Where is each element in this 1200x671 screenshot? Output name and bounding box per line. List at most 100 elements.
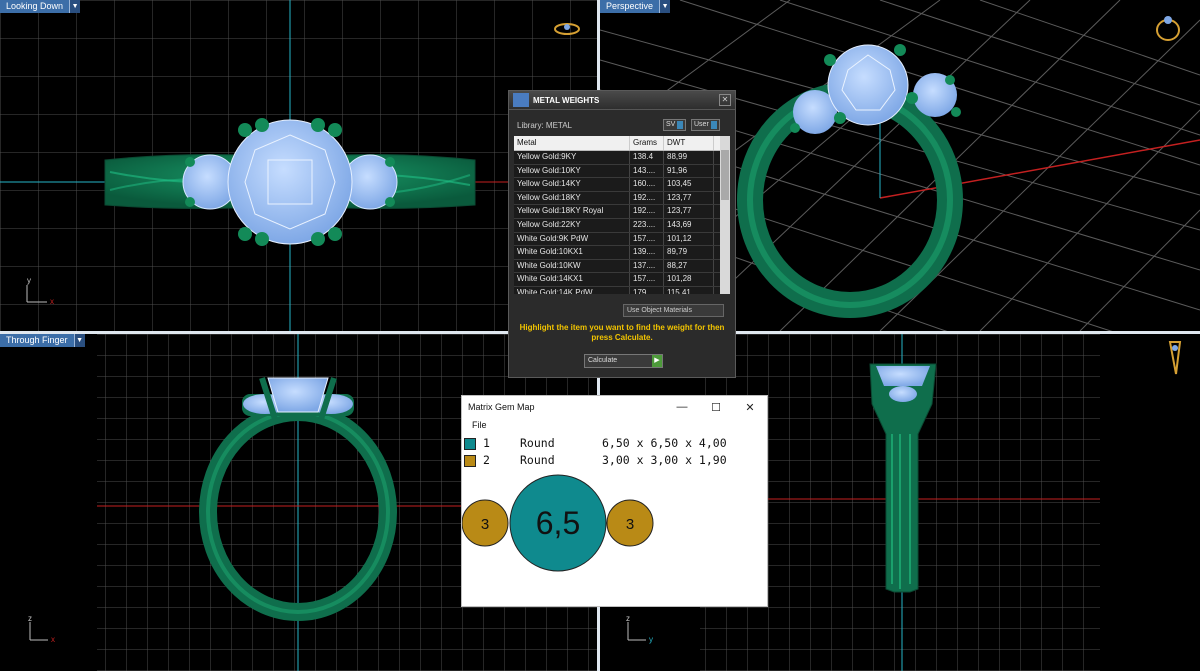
grams-cell: 143....: [630, 164, 664, 178]
calculate-button[interactable]: Calculate ▶: [584, 354, 663, 368]
table-row[interactable]: Yellow Gold:18KY 192.... 123,77: [514, 191, 720, 206]
axis-label-x: x: [50, 297, 54, 306]
metal-weights-title: METAL WEIGHTS: [533, 95, 600, 105]
grams-cell: 192....: [630, 191, 664, 205]
axis-label-y: y: [27, 276, 31, 285]
dwt-cell: 88,27: [664, 259, 714, 273]
gem-map-window: Matrix Gem Map — ☐ ✕ File 1 Round 6,50 x…: [461, 395, 768, 607]
play-icon: ▶: [652, 355, 662, 367]
viewport-label-text: Looking Down: [0, 0, 70, 13]
gem-row: 1 Round 6,50 x 6,50 x 4,00: [462, 436, 767, 452]
gem-color-swatch: [464, 455, 476, 467]
axis-label-y: y: [649, 635, 653, 644]
gem-map-diagram: 3 6,5 3: [462, 474, 654, 572]
chevron-down-icon[interactable]: ▼: [69, 0, 81, 13]
table-row[interactable]: Yellow Gold:18KY Royal 192.... 123,77: [514, 205, 720, 219]
table-row[interactable]: White Gold:9K PdW 157.... 101,12: [514, 232, 720, 247]
table-row[interactable]: Yellow Gold:10KY 143.... 91,96: [514, 164, 720, 179]
use-object-materials-label: Use Object Materials: [627, 307, 692, 314]
metal-name-cell: Yellow Gold:18KY Royal: [514, 205, 630, 218]
gem-shape: Round: [520, 453, 555, 467]
viewport-label-text: Perspective: [600, 0, 660, 13]
calculate-button-label: Calculate: [588, 357, 618, 364]
metal-name-cell: White Gold:9K PdW: [514, 232, 630, 246]
ring-perspective: [737, 44, 963, 318]
gem-color-swatch: [464, 438, 476, 450]
dwt-cell: 143,69: [664, 218, 714, 232]
gem-number: 1: [483, 436, 490, 450]
chevron-down-icon[interactable]: ▼: [73, 334, 85, 347]
scrollbar-thumb[interactable]: [721, 150, 729, 200]
grams-cell: 139....: [630, 246, 664, 259]
table-row[interactable]: Yellow Gold:22KY 223.... 143,69: [514, 218, 720, 233]
table-row[interactable]: White Gold:10KX1 139.... 89,79: [514, 246, 720, 260]
metal-name-cell: Yellow Gold:22KY: [514, 218, 630, 232]
library-label: Library: METAL: [517, 121, 572, 130]
column-header-dwt[interactable]: DWT: [664, 136, 714, 150]
viewport-label-looking-down[interactable]: Looking Down ▼: [0, 0, 81, 13]
column-header-grams[interactable]: Grams: [630, 136, 664, 150]
metal-name-cell: White Gold:10KW: [514, 259, 630, 273]
gem-map-title: Matrix Gem Map: [468, 402, 535, 412]
metal-table: Metal Grams DWT Yellow Gold:9KY 138.4 88,9…: [514, 136, 720, 294]
grams-cell: 192....: [630, 205, 664, 218]
sv-button-label: SV: [666, 121, 676, 128]
dwt-cell: 101,12: [664, 232, 714, 246]
metal-name-cell: Yellow Gold:14KY: [514, 178, 630, 191]
dwt-cell: 115,41: [664, 286, 714, 294]
user-button[interactable]: User: [691, 119, 720, 131]
table-row[interactable]: White Gold:14K PdW 179.... 115,41: [514, 286, 720, 294]
metal-weights-hint: Highlight the item you want to find the …: [519, 323, 725, 342]
maximize-icon[interactable]: ☐: [699, 401, 733, 414]
metal-weights-titlebar[interactable]: METAL WEIGHTS ✕: [509, 91, 735, 110]
viewport-label-perspective[interactable]: Perspective ▼: [600, 0, 671, 13]
metal-table-scrollbar[interactable]: [720, 136, 730, 294]
grams-cell: 223....: [630, 218, 664, 232]
user-button-label: User: [694, 121, 709, 128]
gem-dimensions: 3,00 x 3,00 x 1,90: [602, 453, 727, 467]
viewport-label-through-finger[interactable]: Through Finger ▼: [0, 334, 85, 347]
metal-name-cell: White Gold:14KX1: [514, 273, 630, 286]
metal-name-cell: White Gold:10KX1: [514, 246, 630, 259]
info-icon: [710, 121, 717, 129]
close-icon[interactable]: ✕: [733, 401, 767, 414]
grams-cell: 138.4: [630, 151, 664, 164]
close-icon[interactable]: ✕: [719, 94, 731, 106]
gem-dimensions: 6,50 x 6,50 x 4,00: [602, 436, 727, 450]
info-icon: [677, 121, 684, 129]
metal-name-cell: Yellow Gold:9KY: [514, 151, 630, 164]
viewport-label-text: Through Finger: [0, 334, 74, 347]
table-row[interactable]: Yellow Gold:14KY 160.... 103,45: [514, 178, 720, 192]
table-row[interactable]: Yellow Gold:9KY 138.4 88,99: [514, 151, 720, 165]
chevron-down-icon[interactable]: ▼: [659, 0, 671, 13]
metal-name-cell: Yellow Gold:10KY: [514, 164, 630, 178]
axis-label-z: z: [28, 614, 32, 623]
gem-shape: Round: [520, 436, 555, 450]
column-header-metal[interactable]: Metal: [514, 136, 630, 150]
grams-cell: 157....: [630, 273, 664, 286]
metal-weights-panel: METAL WEIGHTS ✕ Library: METAL SV User M…: [508, 90, 736, 378]
app-logo-icon: [513, 93, 529, 107]
table-row[interactable]: White Gold:10KW 137.... 88,27: [514, 259, 720, 274]
metal-table-header: Metal Grams DWT: [514, 136, 720, 151]
dwt-cell: 101,28: [664, 273, 714, 286]
menu-file[interactable]: File: [462, 418, 767, 432]
dwt-cell: 88,99: [664, 151, 714, 164]
minimize-icon[interactable]: —: [665, 401, 699, 413]
metal-name-cell: Yellow Gold:18KY: [514, 191, 630, 205]
grams-cell: 179....: [630, 286, 664, 294]
gem-row: 2 Round 3,00 x 3,00 x 1,90: [462, 453, 767, 469]
gem-number: 2: [483, 453, 490, 467]
gem-map-titlebar[interactable]: Matrix Gem Map — ☐ ✕: [462, 396, 767, 418]
dwt-cell: 123,77: [664, 191, 714, 205]
dwt-cell: 103,45: [664, 178, 714, 191]
gem-circle-left-label: 3: [481, 516, 489, 533]
sv-button[interactable]: SV: [663, 119, 687, 131]
gem-circle-center-label: 6,5: [536, 505, 580, 541]
use-object-materials-select[interactable]: Use Object Materials: [623, 304, 724, 317]
dwt-cell: 91,96: [664, 164, 714, 178]
grams-cell: 137....: [630, 259, 664, 273]
table-row[interactable]: White Gold:14KX1 157.... 101,28: [514, 273, 720, 287]
axis-label-x: x: [51, 635, 55, 644]
dwt-cell: 123,77: [664, 205, 714, 218]
